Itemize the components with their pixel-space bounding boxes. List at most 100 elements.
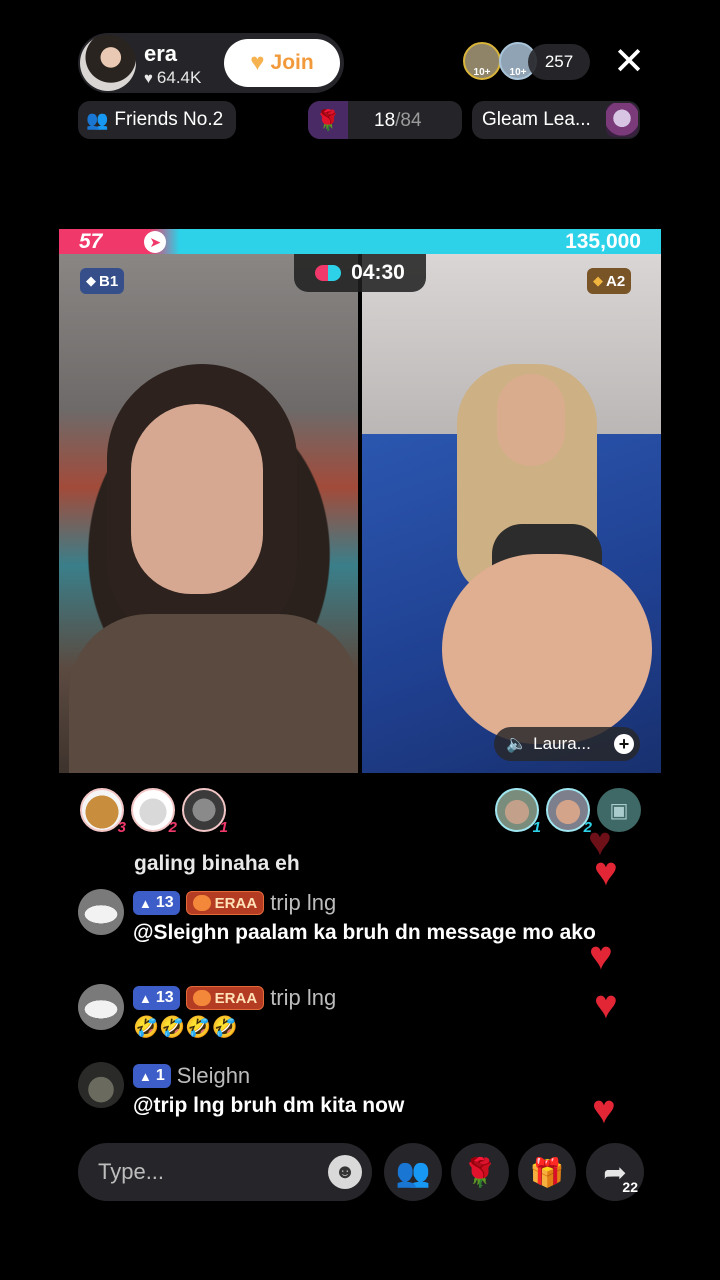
host-card[interactable]: era ♥ 64.4K ♥ Join — [78, 33, 344, 93]
join-label: Join — [270, 51, 314, 74]
rose-button[interactable]: 🌹 — [451, 1143, 509, 1201]
league-badge[interactable]: Gleam Lea... — [472, 101, 640, 139]
rose-progress: 18 — [374, 110, 396, 131]
left-rank-tag: ◆ B1 — [80, 268, 125, 294]
chat-username[interactable]: trip lng — [270, 890, 336, 916]
supporter-rank: 3 — [117, 819, 126, 836]
host-face — [131, 404, 263, 594]
left-supporter[interactable]: 2 — [131, 788, 177, 836]
fan-club-icon — [192, 990, 211, 1006]
heart-plus-icon: ♥ — [250, 49, 265, 76]
follow-plus-icon[interactable]: + — [614, 734, 634, 754]
chat-text: @Sleighn paalam ka bruh dn message mo ak… — [133, 921, 596, 944]
fan-club-badge: ERAA — [185, 986, 265, 1010]
share-count: 22 — [622, 1179, 638, 1195]
muted-speaker-icon[interactable]: 🔈 — [506, 734, 527, 754]
chat-fade — [134, 834, 614, 848]
battle-timer: 04:30 — [294, 254, 426, 292]
viewer-badge: 10+ — [509, 67, 527, 78]
chat-text: @trip lng bruh dm kita now — [133, 1094, 405, 1117]
rose-icon: 🌹 — [308, 101, 348, 139]
comment-box[interactable]: ☻ — [78, 1143, 372, 1201]
knight-helmet-icon — [606, 103, 638, 137]
emoji-icon[interactable]: ☻ — [328, 1155, 362, 1189]
opponent-name: Laura... — [533, 734, 591, 753]
chat-avatar[interactable] — [78, 889, 124, 935]
close-icon[interactable]: ✕ — [610, 42, 648, 82]
opponent-video[interactable] — [362, 254, 661, 773]
multi-guest-button[interactable]: 👥 — [384, 1143, 442, 1201]
host-name: era — [144, 41, 178, 66]
left-score: 57 — [79, 230, 103, 253]
join-button[interactable]: ♥ Join — [224, 39, 340, 87]
viewer-count[interactable]: 257 — [528, 44, 590, 80]
rose-goal-total: /84 — [395, 110, 422, 131]
chat-meta: ▲ 1 Sleighn — [133, 1062, 250, 1090]
diamond-icon: ◆ — [86, 273, 96, 288]
chat-username[interactable]: trip lng — [270, 985, 336, 1011]
left-rank-label: B1 — [99, 272, 119, 290]
level-badge: ▲ 13 — [133, 986, 180, 1010]
level-value: 13 — [155, 989, 174, 1006]
friends-icon: 👥 — [86, 109, 109, 130]
opponent-name-pill[interactable]: 🔈 Laura... + — [494, 727, 640, 761]
diamond-icon: ◆ — [593, 273, 603, 288]
chat-username[interactable]: Sleighn — [177, 1063, 250, 1089]
friends-label: Friends No.2 — [114, 109, 224, 130]
heart-icon: ♥ — [592, 1088, 616, 1132]
opponent-leg — [442, 554, 652, 744]
right-rank-label: A2 — [606, 272, 626, 290]
fan-club-icon — [192, 895, 211, 911]
video-divider — [358, 254, 362, 773]
battle-score-bar: 57 ➤ 135,000 — [59, 229, 661, 254]
host-likes: ♥ 64.4K — [144, 68, 201, 88]
host-shirt — [69, 614, 358, 773]
viewer-badge: 10+ — [473, 67, 491, 78]
share-button[interactable]: ➦ 22 — [586, 1143, 644, 1201]
right-supporter[interactable]: 2 — [546, 788, 592, 836]
level-badge: ▲ 1 — [133, 1064, 171, 1088]
heart-icon: ♥ — [589, 934, 613, 978]
chat-meta: ▲ 13 ERAA trip lng — [133, 984, 336, 1012]
chat-message[interactable]: ▲ 1 Sleighn @trip lng bruh dm kita now — [78, 1062, 638, 1122]
heart-icon: ♥ — [144, 70, 153, 87]
chat-avatar[interactable] — [78, 984, 124, 1030]
viewer-avatar[interactable]: 10+ — [463, 42, 501, 80]
comment-input[interactable] — [98, 1155, 318, 1189]
heart-icon: ♥ — [594, 983, 618, 1027]
fan-club-badge: ERAA — [185, 891, 265, 915]
level-value: 1 — [155, 1067, 165, 1084]
gift-button[interactable]: 🎁 — [518, 1143, 576, 1201]
right-supporter[interactable]: 1 — [495, 788, 541, 836]
rose-goal[interactable]: 🌹 18/84 — [308, 101, 462, 139]
chat-avatar[interactable] — [78, 1062, 124, 1108]
host-avatar[interactable] — [80, 35, 136, 91]
left-supporter[interactable]: 3 — [80, 788, 126, 836]
level-icon: ▲ — [139, 1068, 152, 1084]
battle-icon — [315, 265, 342, 281]
left-supporter[interactable]: 1 — [182, 788, 228, 836]
host-video[interactable] — [59, 254, 358, 773]
host-likes-count: 64.4K — [156, 68, 202, 87]
level-value: 13 — [155, 894, 174, 911]
friends-rank[interactable]: 👥 Friends No.2 — [78, 101, 236, 139]
chat-meta: ▲ 13 ERAA trip lng — [133, 889, 336, 917]
level-badge: ▲ 13 — [133, 891, 180, 915]
fan-club-name: ERAA — [214, 989, 258, 1007]
fan-club-name: ERAA — [214, 894, 258, 912]
opponent-face — [497, 374, 565, 466]
heart-icon: ♥ — [594, 850, 618, 894]
right-score: 135,000 — [565, 230, 641, 253]
timer-value: 04:30 — [351, 261, 405, 284]
rose-count: 18/84 — [374, 110, 422, 132]
gift-icon: 🎁 — [529, 1156, 565, 1188]
chat-fragment: galing binaha eh — [134, 852, 300, 875]
level-icon: ▲ — [139, 990, 152, 1006]
level-icon: ▲ — [139, 895, 152, 911]
chat-message[interactable]: ▲ 13 ERAA trip lng @Sleighn paalam ka bru… — [78, 889, 638, 973]
people-icon: 👥 — [395, 1156, 431, 1188]
score-knob-icon: ➤ — [144, 231, 167, 253]
chat-message[interactable]: ▲ 13 ERAA trip lng 🤣🤣🤣🤣 — [78, 984, 638, 1050]
chat-text: 🤣🤣🤣🤣 — [133, 1016, 238, 1039]
league-label: Gleam Lea... — [482, 109, 591, 130]
